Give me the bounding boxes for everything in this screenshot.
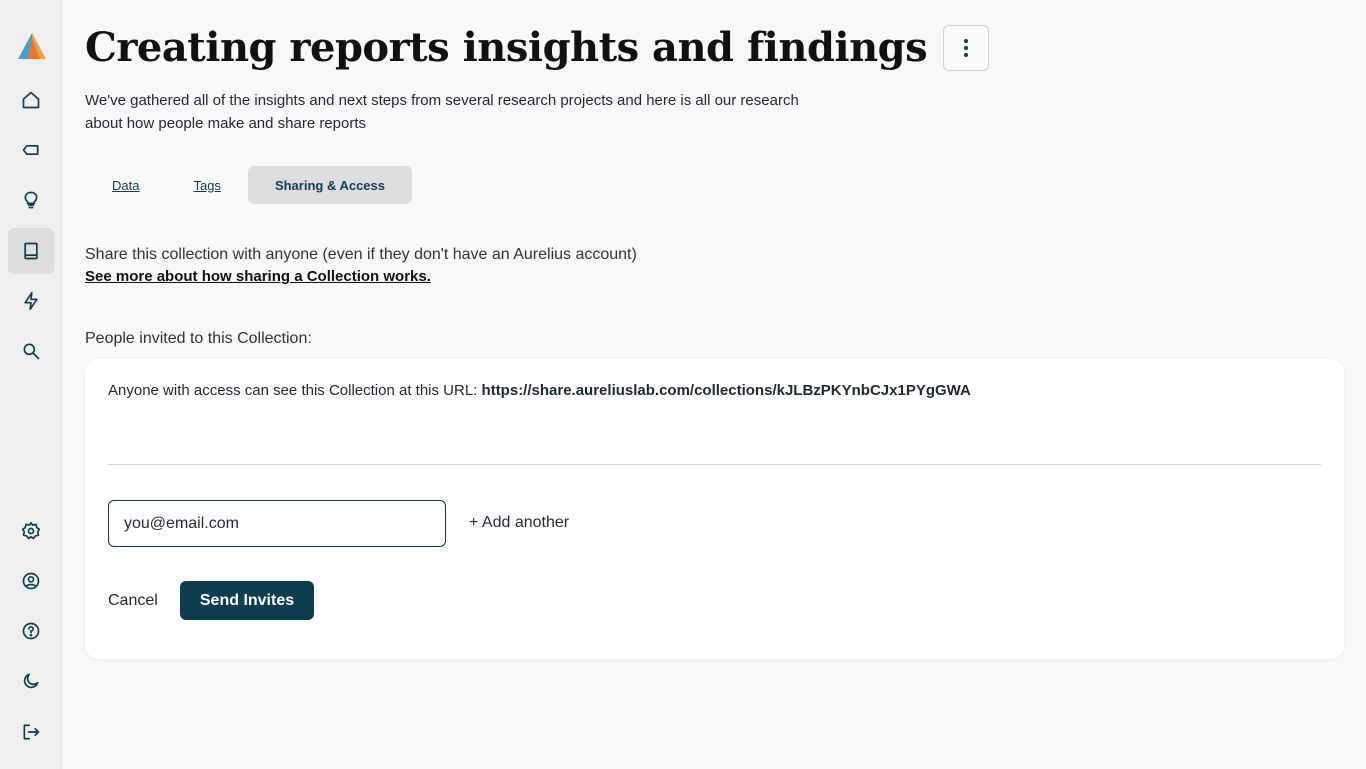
add-another-button[interactable]: + Add another [469,514,569,532]
lightbulb-icon [24,191,38,209]
tab-tags[interactable]: Tags [166,166,247,204]
search-icon [23,343,40,360]
invited-label: People invited to this Collection: [85,330,312,347]
sidebar-item-insights[interactable] [8,177,54,223]
sidebar-item-logout[interactable] [8,709,54,755]
page-subtitle: We've gathered all of the insights and n… [85,92,799,132]
sharing-description: Share this collection with anyone (even … [85,246,637,263]
sidebar-item-tags[interactable] [8,127,54,173]
share-url-prefix: Anyone with access can see this Collecti… [108,382,478,399]
sidebar-item-activity[interactable] [8,278,54,324]
kebab-menu-icon [964,38,969,57]
home-icon [22,91,40,109]
share-url[interactable]: https://share.aureliuslab.com/collection… [482,382,971,399]
page-title: Creating reports insights and findings [85,24,928,71]
tab-bar: Data Tags Sharing & Access [85,166,412,204]
email-field[interactable] [108,500,446,547]
sidebar-item-home[interactable] [8,77,54,123]
help-circle-icon [22,622,40,640]
invite-card: Anyone with access can see this Collecti… [85,359,1344,659]
sidebar-item-collections[interactable] [8,228,54,274]
aurelius-logo[interactable] [16,30,48,62]
sidebar-item-settings[interactable] [8,508,54,554]
more-options-button[interactable] [943,24,990,71]
share-url-line: Anyone with access can see this Collecti… [108,382,971,399]
sidebar-item-help[interactable] [8,608,54,654]
send-invites-button[interactable]: Send Invites [180,581,314,620]
lightning-icon [24,291,38,311]
logout-icon [23,724,40,740]
user-circle-icon [22,572,40,590]
tab-sharing-access[interactable]: Sharing & Access [247,166,412,204]
tab-data[interactable]: Data [85,166,166,204]
tag-icon [22,145,39,155]
divider [108,464,1321,465]
title-row: Creating reports insights and findings [85,24,990,71]
sidebar-item-search[interactable] [8,328,54,374]
sidebar-item-dark-mode[interactable] [8,658,54,704]
gear-icon [21,521,41,540]
moon-icon [23,673,39,689]
sharing-help-link[interactable]: See more about how sharing a Collection … [85,268,431,285]
sidebar [0,0,62,769]
sidebar-item-account[interactable] [8,558,54,604]
book-icon [24,242,38,260]
cancel-button[interactable]: Cancel [108,592,158,610]
